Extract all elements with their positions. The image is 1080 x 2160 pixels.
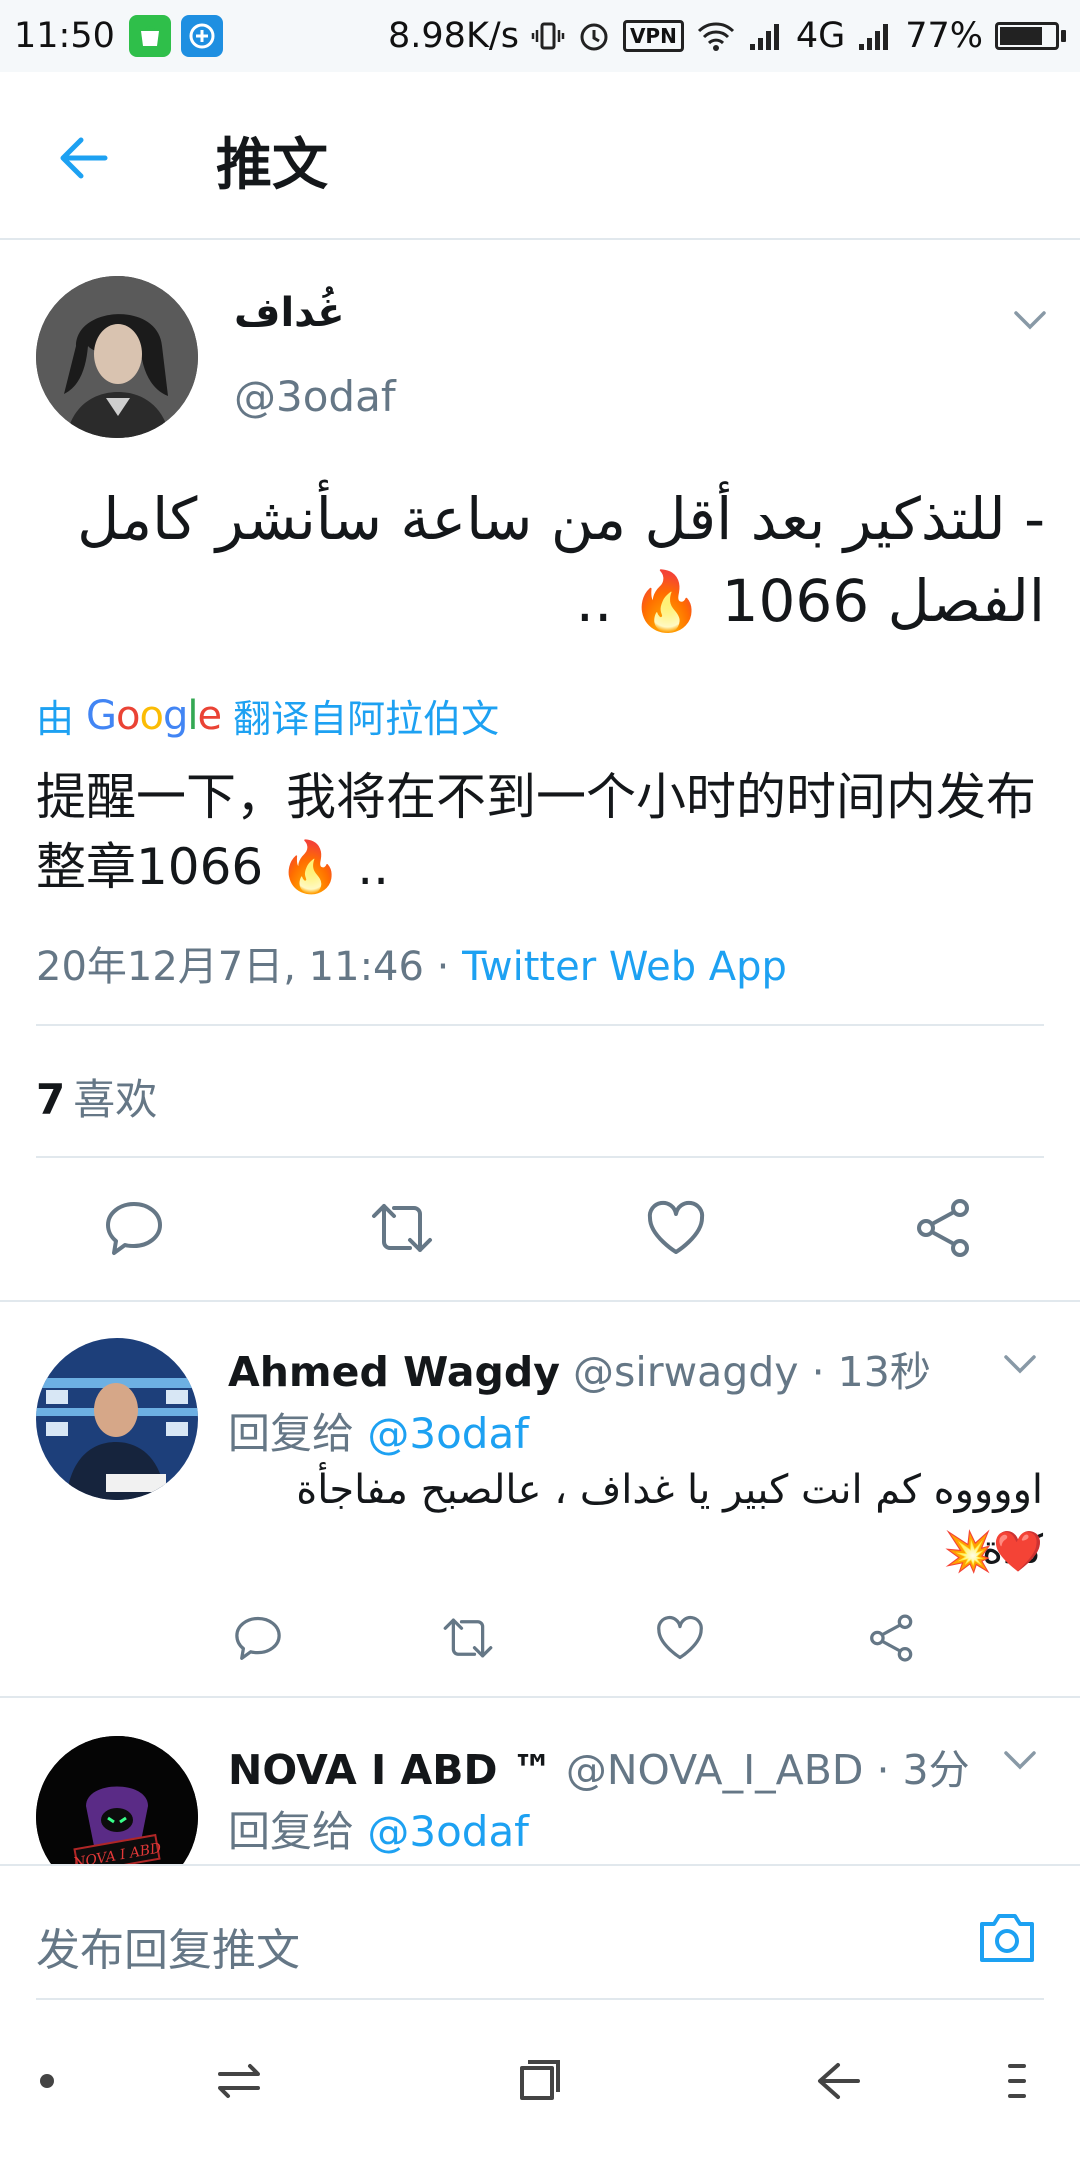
reply-to-line: 回复给 @3odaf [228, 1798, 529, 1859]
reply-to-handle[interactable]: @3odaf [367, 1409, 529, 1458]
signal-icon [857, 20, 893, 52]
dot-icon[interactable] [36, 2070, 58, 2092]
translation-suffix: 翻译自阿拉伯文 [233, 697, 500, 741]
share-icon[interactable] [912, 1196, 976, 1260]
retweet-icon[interactable] [370, 1196, 434, 1260]
reply-icon[interactable] [102, 1196, 166, 1260]
system-navigation-bar [0, 2000, 1080, 2160]
reply-compose-bar: 发布回复推文 [0, 1864, 1080, 2001]
reply-author-handle[interactable]: @sirwagdy [573, 1348, 799, 1396]
reply-to-prefix: 回复给 [228, 1807, 368, 1856]
share-icon[interactable] [866, 1612, 918, 1664]
reply-to-handle[interactable]: @3odaf [367, 1807, 529, 1856]
likes-count: 7 [36, 1075, 66, 1124]
retweet-icon[interactable] [442, 1612, 494, 1664]
section-divider [0, 1300, 1080, 1302]
page-title: 推文 [216, 133, 328, 198]
tweet-translation: 提醒一下，我将在不到一个小时的时间内发布整章1066 🔥 .. [36, 768, 1036, 896]
battery-icon [995, 22, 1066, 50]
wifi-icon [696, 20, 736, 52]
menu-dots-icon[interactable] [1006, 2056, 1028, 2106]
shopping-bag-icon [128, 15, 171, 57]
camera-icon[interactable] [976, 1910, 1038, 1966]
vpn-badge: VPN [622, 20, 684, 52]
top-app-bar: 推文 [0, 72, 1080, 240]
signal-icon [748, 20, 784, 52]
chevron-down-icon[interactable] [1002, 1352, 1038, 1376]
back-arrow-icon[interactable] [55, 130, 111, 186]
reply-header: NOVA I ABD ™ @NOVA_I_ABD · 3分 [228, 1736, 970, 1796]
section-divider [0, 1696, 1080, 1698]
reply-compose-input[interactable]: 发布回复推文 [36, 1914, 300, 1978]
reply-emojis: ❤️💥 [943, 1529, 1043, 1575]
divider [36, 1024, 1044, 1026]
author-avatar[interactable] [36, 276, 198, 438]
reply-header: Ahmed Wagdy @sirwagdy · 13秒 [228, 1338, 931, 1398]
like-heart-icon[interactable] [654, 1612, 706, 1664]
reply-time: · 13秒 [798, 1348, 931, 1396]
alarm-icon [577, 19, 611, 53]
battery-percent: 77% [905, 16, 983, 56]
author-handle[interactable]: @3odaf [234, 372, 396, 421]
network-speed: 8.98K/s [388, 16, 519, 56]
chevron-down-icon[interactable] [1002, 1748, 1038, 1772]
reply-author-name[interactable]: NOVA I ABD ™ [228, 1746, 553, 1794]
translation-prefix: 由 [36, 697, 75, 741]
reply-author-name[interactable]: Ahmed Wagdy [228, 1348, 560, 1396]
source-link[interactable]: Twitter Web App [462, 944, 787, 990]
likes-summary[interactable]: 7 喜欢 [36, 1066, 157, 1127]
google-logo: Google [86, 692, 222, 739]
reply-avatar[interactable] [36, 1338, 198, 1500]
recent-apps-icon[interactable] [514, 2056, 564, 2106]
translation-attribution[interactable]: 由 Google 翻译自阿拉伯文 [36, 688, 499, 743]
tweet-text: - للتذكير بعد أقل من ساعة سأنشر كامل الف… [77, 485, 1045, 635]
chevron-down-icon[interactable] [1012, 308, 1048, 332]
status-time: 11:50 [14, 16, 115, 56]
reply-to-prefix: 回复给 [228, 1409, 368, 1458]
status-bar: 11:50 8.98K/s VPN 4G 77% [0, 0, 1080, 72]
author-name[interactable]: غُداف [234, 290, 345, 336]
reply-author-handle[interactable]: @NOVA_I_ABD [566, 1746, 864, 1794]
reply-to-line: 回复给 @3odaf [228, 1400, 529, 1461]
vibrate-icon [531, 19, 565, 53]
divider [36, 1156, 1044, 1158]
app-store-icon [180, 15, 223, 57]
likes-label: 喜欢 [73, 1075, 158, 1124]
switch-arrows-icon[interactable] [214, 2056, 264, 2106]
like-heart-icon[interactable] [644, 1196, 708, 1260]
reply-icon[interactable] [232, 1612, 284, 1664]
back-nav-icon[interactable] [814, 2056, 864, 2106]
reply-time: · 3分 [863, 1746, 970, 1794]
network-type: 4G [795, 16, 846, 56]
timestamp-text: 20年12月7日, 11:46 · [36, 944, 463, 990]
tweet-timestamp: 20年12月7日, 11:46 · Twitter Web App [36, 934, 787, 992]
